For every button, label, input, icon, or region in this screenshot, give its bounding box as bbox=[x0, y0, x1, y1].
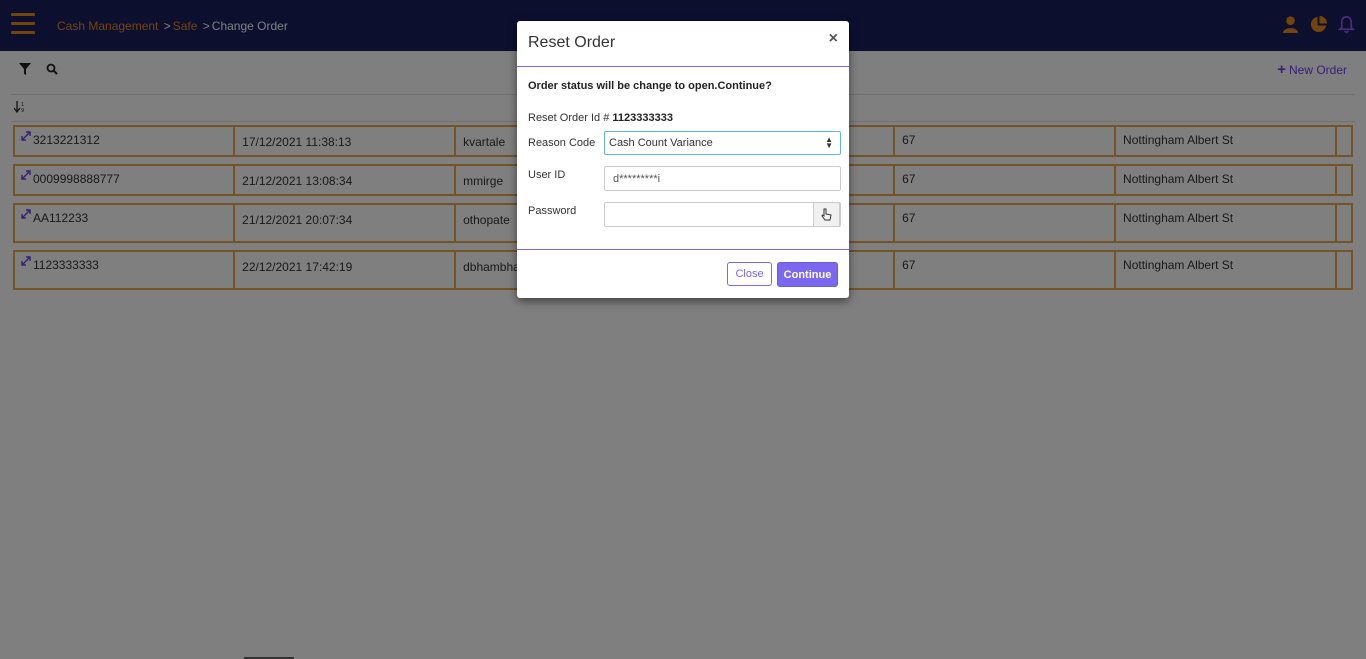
show-password-button[interactable] bbox=[813, 202, 840, 227]
password-input[interactable] bbox=[604, 202, 841, 227]
modal-title: Reset Order bbox=[528, 34, 616, 51]
reset-order-id: Reset Order Id # 1123333333 bbox=[528, 112, 673, 124]
continue-button[interactable]: Continue bbox=[777, 262, 838, 287]
reason-code-select[interactable]: Cash Count Variance ▲ ▼ bbox=[604, 131, 841, 155]
reset-order-id-label: Reset Order Id # bbox=[528, 112, 610, 124]
pointer-icon bbox=[821, 208, 832, 221]
close-button[interactable]: Close bbox=[727, 262, 772, 286]
reset-order-dialog: Reset Order × Order status will be chang… bbox=[517, 21, 849, 298]
reason-code-label: Reason Code bbox=[528, 137, 596, 149]
user-id-label: User ID bbox=[528, 169, 566, 181]
modal-footer: Close Continue bbox=[517, 250, 849, 297]
password-label: Password bbox=[528, 205, 577, 217]
modal-header: Reset Order × bbox=[517, 21, 849, 67]
user-id-input[interactable]: d*********i bbox=[604, 166, 841, 191]
confirm-message: Order status will be change to open.Cont… bbox=[528, 80, 772, 92]
select-caret-icon: ▲ ▼ bbox=[825, 135, 833, 150]
reason-code-value: Cash Count Variance bbox=[609, 137, 713, 149]
close-icon[interactable]: × bbox=[829, 30, 838, 48]
reset-order-id-value: 1123333333 bbox=[612, 112, 673, 124]
modal-body: Order status will be change to open.Cont… bbox=[517, 67, 849, 250]
